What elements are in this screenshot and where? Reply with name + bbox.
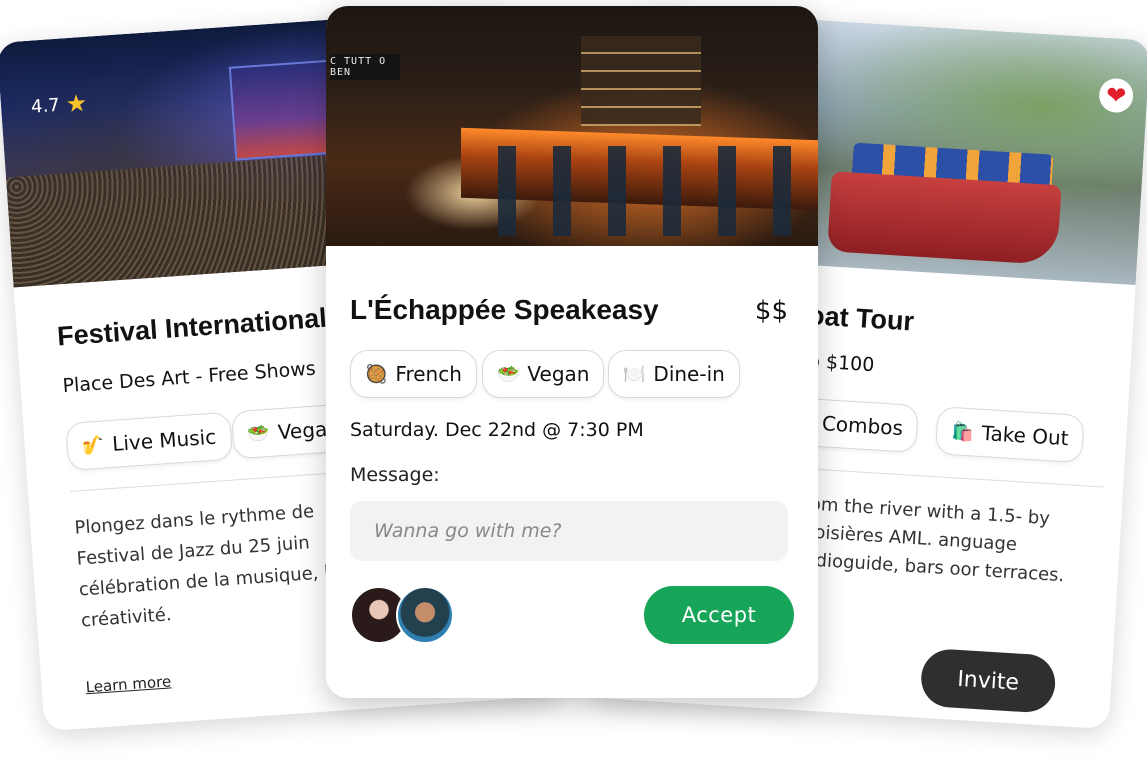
card-title: Festival International	[56, 302, 328, 352]
rating-value: 4.7	[30, 94, 61, 118]
bar-stools	[476, 146, 796, 236]
heart-icon[interactable]: ❤	[1098, 77, 1135, 114]
tag-label: Vegan	[527, 362, 590, 386]
card-description: from the river with a 1.5- by Croisières…	[792, 492, 1065, 587]
salad-icon: 🥗	[497, 363, 520, 385]
rating-badge: 4.7 ★	[30, 89, 88, 121]
event-card-speakeasy[interactable]: C TUTT O BEN L'Échappée Speakeasy $$ 🥘 F…	[326, 6, 818, 698]
tag-label: Combos	[821, 411, 904, 441]
tag-live-music[interactable]: 🎷 Live Music	[65, 411, 233, 471]
tag-french[interactable]: 🥘 French	[350, 350, 477, 398]
saxophone-icon: 🎷	[81, 433, 105, 457]
star-icon: ★	[64, 88, 89, 119]
learn-more-link[interactable]: Learn more	[85, 672, 172, 696]
invitee-avatars	[350, 586, 454, 644]
boat-hull	[827, 171, 1062, 266]
tag-label: French	[395, 362, 462, 386]
bottle-shelves	[581, 36, 701, 126]
invite-button[interactable]: Invite	[919, 647, 1057, 714]
card-location: Place Des Art - Free Shows	[61, 357, 317, 398]
price-level: $$	[754, 296, 788, 326]
cuisine-icon: 🥘	[365, 363, 388, 385]
event-datetime: Saturday. Dec 22nd @ 7:30 PM	[350, 419, 644, 441]
plate-icon: 🍽️	[623, 363, 646, 385]
salad-icon: 🥗	[246, 422, 271, 445]
tag-vegan[interactable]: 🥗 Vegan	[482, 350, 605, 398]
message-label: Message:	[350, 464, 440, 486]
card-title: L'Échappée Speakeasy	[350, 294, 659, 325]
tag-label: Dine-in	[653, 362, 725, 386]
card-title: oat Tour	[807, 300, 915, 337]
tag-take-out[interactable]: 🛍️ Take Out	[934, 406, 1085, 464]
tag-label: Live Music	[111, 424, 217, 456]
speakeasy-photo: C TUTT O BEN	[326, 6, 818, 246]
heart-glyph: ❤	[1105, 80, 1128, 111]
bar-sign: C TUTT O BEN	[330, 54, 400, 80]
message-input[interactable]	[350, 501, 788, 561]
accept-button[interactable]: Accept	[644, 586, 794, 644]
avatar	[396, 586, 454, 644]
tag-dine-in[interactable]: 🍽️ Dine-in	[608, 350, 740, 398]
tag-label: Take Out	[980, 420, 1070, 451]
shopping-bag-icon: 🛍️	[950, 420, 975, 443]
